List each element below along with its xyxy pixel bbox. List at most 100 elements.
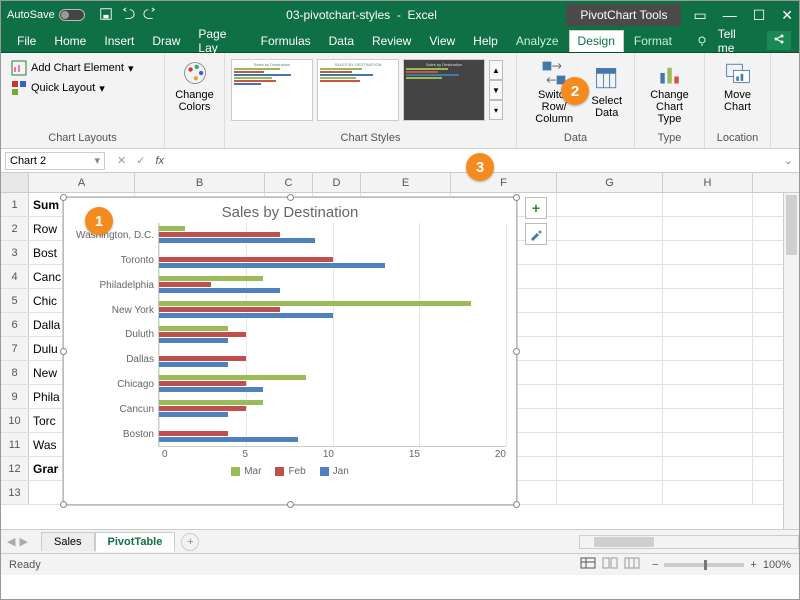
tab-view[interactable]: View [421,31,463,51]
cell[interactable] [557,241,663,264]
col-header-H[interactable]: H [663,173,753,192]
vertical-scrollbar[interactable] [783,193,799,529]
gallery-more-button[interactable]: ▾ [489,100,503,120]
undo-icon[interactable] [121,7,135,24]
bar-Jan[interactable] [159,387,263,392]
col-header-B[interactable]: B [135,173,265,192]
bar-Jan[interactable] [159,263,385,268]
cell[interactable] [557,217,663,240]
col-header-A[interactable]: A [29,173,135,192]
move-chart-button[interactable]: Move Chart [711,55,764,117]
bar-Feb[interactable] [159,431,228,436]
page-layout-view-icon[interactable] [602,557,618,572]
row-header[interactable]: 1 [1,193,29,216]
zoom-out-button[interactable]: − [652,559,658,571]
bar-Feb[interactable] [159,257,333,262]
chart-legend[interactable]: MarFebJan [64,460,516,477]
change-chart-type-button[interactable]: Change Chart Type [641,55,698,129]
autosave-toggle[interactable]: AutoSave [7,9,85,21]
chart-styles-gallery[interactable]: Sales by Destination SALES BY DESTINATIO… [231,55,510,121]
pivot-chart[interactable]: Sales by Destination Washington, D.C.Tor… [63,197,517,505]
chart-style-thumb[interactable]: Sales by Destination [231,59,313,121]
bar-Feb[interactable] [159,307,280,312]
cell[interactable] [663,385,753,408]
share-button[interactable] [767,31,791,50]
cell[interactable] [557,457,663,480]
normal-view-icon[interactable] [580,557,596,572]
cell[interactable] [557,265,663,288]
tab-data[interactable]: Data [321,31,362,51]
row-header[interactable]: 11 [1,433,29,456]
tab-formulas[interactable]: Formulas [253,31,319,51]
cell[interactable] [663,433,753,456]
bar-Feb[interactable] [159,282,211,287]
enter-icon[interactable]: ✓ [136,154,145,167]
cell[interactable] [663,289,753,312]
zoom-level[interactable]: 100% [763,559,791,571]
cell[interactable] [663,337,753,360]
tab-file[interactable]: File [9,31,44,51]
row-header[interactable]: 8 [1,361,29,384]
plot-area[interactable] [158,223,506,447]
chevron-down-icon[interactable]: ▾ [94,154,100,167]
cell[interactable] [663,481,753,504]
cell[interactable] [557,289,663,312]
bar-Jan[interactable] [159,437,298,442]
chart-style-thumb[interactable]: Sales by Destination [403,59,485,121]
tab-review[interactable]: Review [364,31,419,51]
row-header[interactable]: 13 [1,481,29,504]
tab-help[interactable]: Help [465,31,506,51]
bar-Jan[interactable] [159,313,333,318]
bar-Mar[interactable] [159,400,263,405]
row-header[interactable]: 5 [1,289,29,312]
cell[interactable] [663,241,753,264]
cell[interactable] [557,337,663,360]
row-header[interactable]: 7 [1,337,29,360]
change-colors-button[interactable]: Change Colors [171,55,218,117]
tab-design[interactable]: Design [569,30,624,52]
add-chart-element-button[interactable]: Add Chart Element ▾ [7,59,137,77]
cell[interactable] [663,265,753,288]
sheet-nav-next-icon[interactable]: ▶ [19,535,27,548]
chart-title[interactable]: Sales by Destination [64,198,516,223]
chart-elements-button[interactable]: + [525,197,547,219]
toggle-off-icon[interactable] [59,9,85,21]
row-header[interactable]: 6 [1,313,29,336]
redo-icon[interactable] [143,7,157,24]
page-break-view-icon[interactable] [624,557,640,572]
worksheet-grid[interactable]: 1Sum2Rowl3Bost44Canc95Chic36Dalla87Dulu6… [1,193,799,529]
save-icon[interactable] [99,7,113,24]
cancel-icon[interactable]: ✕ [117,154,126,167]
bar-Feb[interactable] [159,232,280,237]
select-all-button[interactable] [1,173,29,192]
tab-insert[interactable]: Insert [96,31,142,51]
row-header[interactable]: 12 [1,457,29,480]
bar-Feb[interactable] [159,381,246,386]
cell[interactable] [557,361,663,384]
zoom-in-button[interactable]: + [750,559,756,571]
col-header-E[interactable]: E [361,173,451,192]
cell[interactable] [663,457,753,480]
sheet-tab-pivottable[interactable]: PivotTable [95,532,176,552]
gallery-scroll-down[interactable]: ▼ [489,80,503,100]
bar-Mar[interactable] [159,226,185,231]
row-header[interactable]: 4 [1,265,29,288]
cell[interactable] [557,193,663,216]
row-header[interactable]: 3 [1,241,29,264]
chart-styles-button[interactable] [525,223,547,245]
bar-Mar[interactable] [159,276,263,281]
quick-layout-button[interactable]: Quick Layout ▾ [7,79,137,97]
cell[interactable] [663,217,753,240]
cell[interactable] [557,313,663,336]
sheet-nav-prev-icon[interactable]: ◀ [7,535,15,548]
row-header[interactable]: 9 [1,385,29,408]
horizontal-scrollbar[interactable] [579,535,799,549]
expand-formula-bar-icon[interactable]: ⌄ [778,154,799,167]
close-icon[interactable]: ✕ [781,7,793,24]
row-header[interactable]: 10 [1,409,29,432]
bar-Jan[interactable] [159,338,228,343]
cell[interactable] [557,409,663,432]
bar-Jan[interactable] [159,238,315,243]
bar-Jan[interactable] [159,412,228,417]
cell[interactable] [557,481,663,504]
